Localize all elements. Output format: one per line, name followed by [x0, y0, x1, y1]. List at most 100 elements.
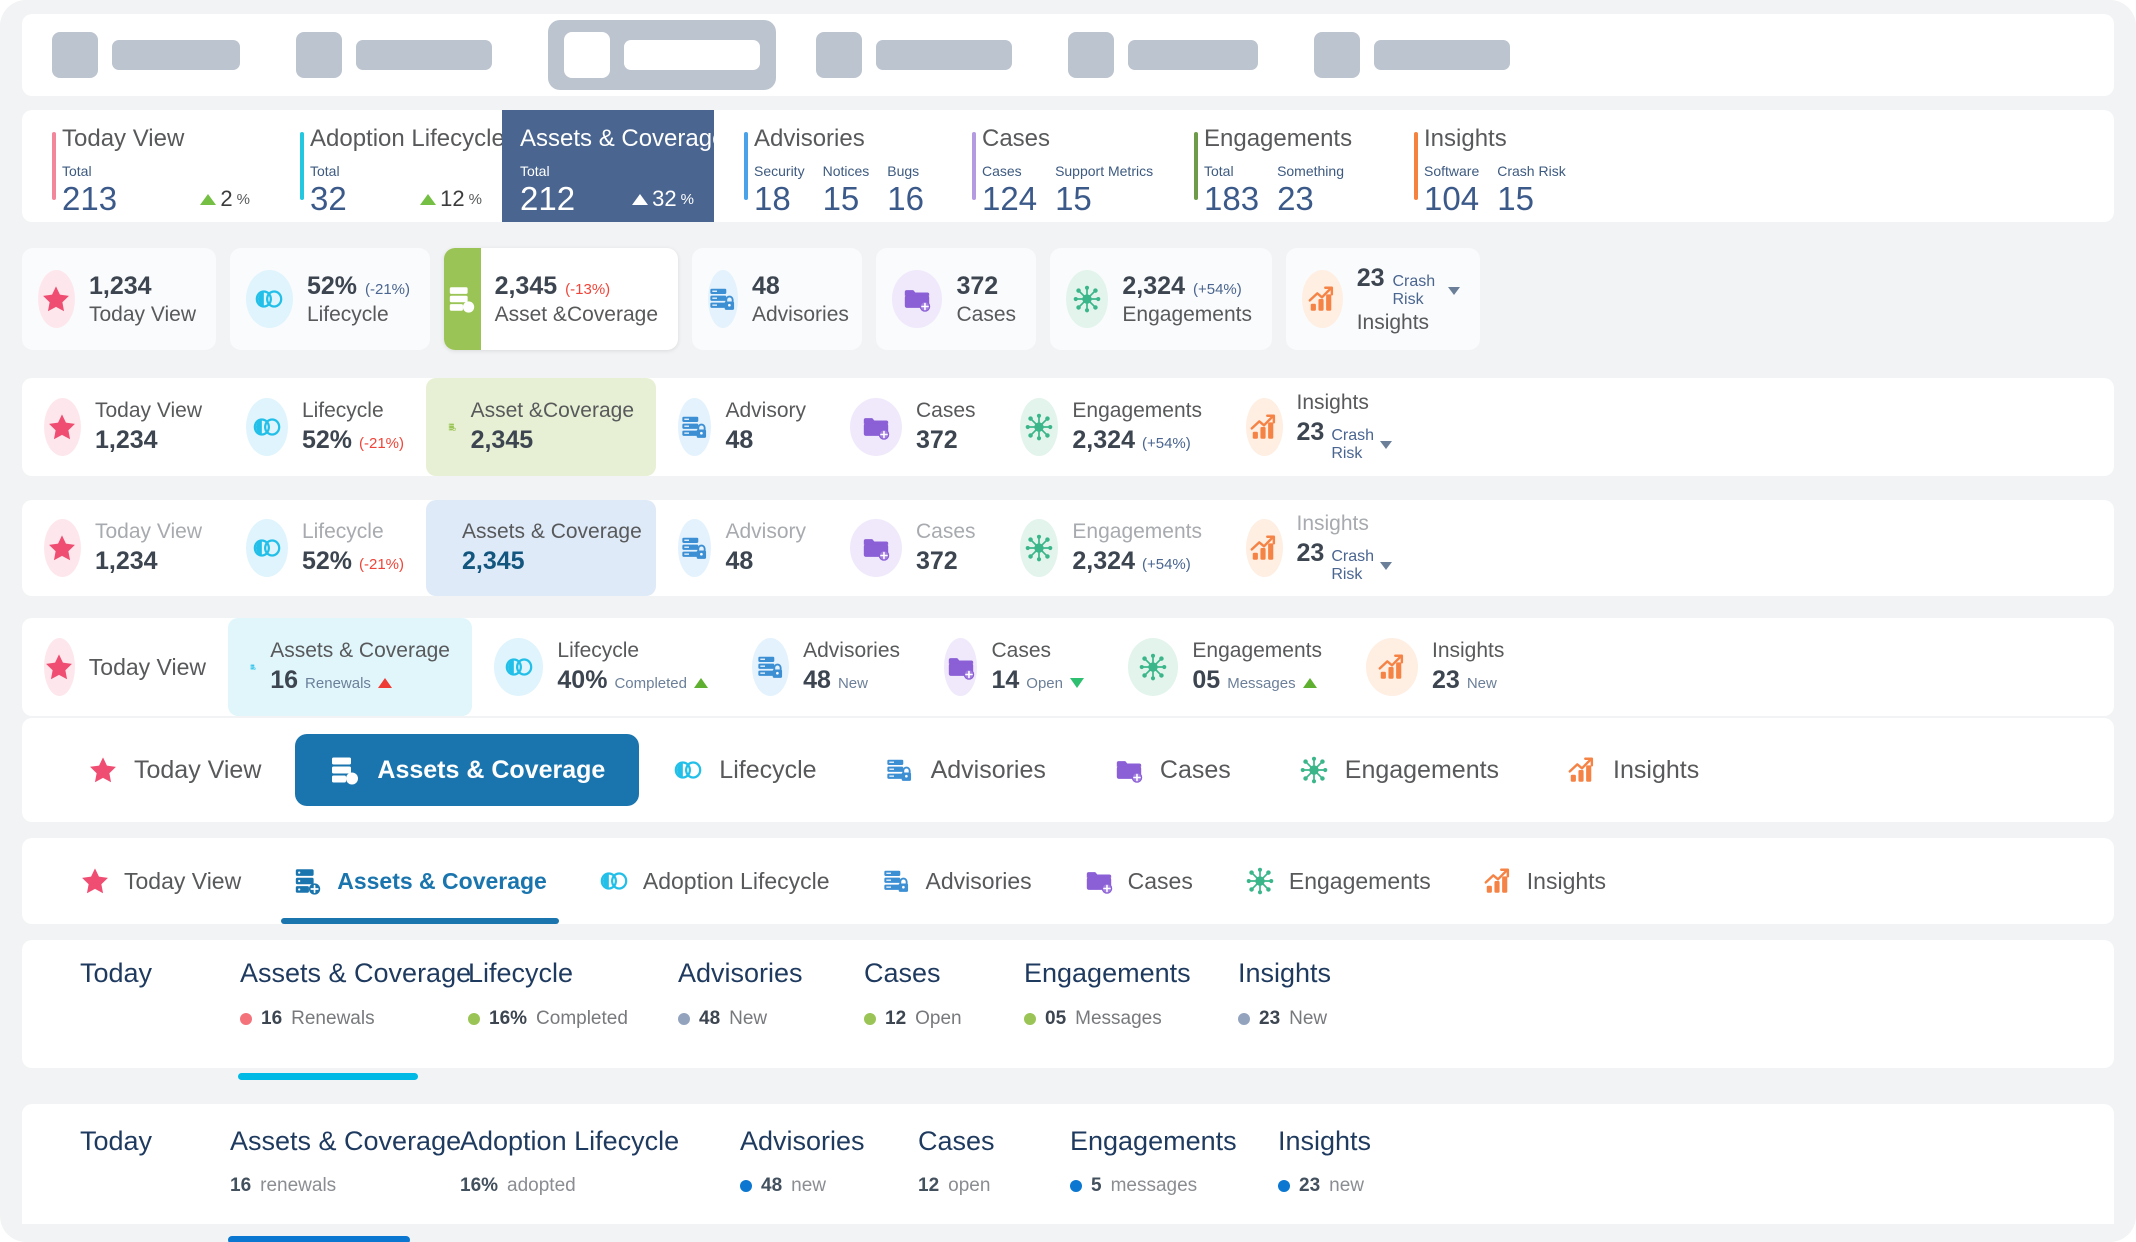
pill-tab-lifecycle[interactable]: Lifecycle: [639, 734, 850, 806]
kpi-metric-value: 15: [1055, 179, 1092, 217]
card-text: 1,234 Today View: [89, 272, 196, 327]
metric-card[interactable]: Advisory 48: [656, 378, 828, 476]
metric-card[interactable]: Insights 23 Crash Risk: [1224, 378, 1414, 476]
metric-card[interactable]: Lifecycle 52% (-21%): [224, 378, 426, 476]
underline-tab-advisories[interactable]: Advisories: [856, 838, 1058, 924]
bottom-tab-cases[interactable]: Cases 12 open: [892, 1126, 1044, 1226]
pill-tab-cases[interactable]: Cases: [1080, 734, 1265, 806]
metric-card[interactable]: Lifecycle 52% (-21%): [224, 500, 426, 596]
pill-tab-assets-coverage[interactable]: Assets & Coverage: [295, 734, 640, 806]
tab-metric: 16 renewals: [230, 1175, 336, 1197]
big-tab-lifecycle[interactable]: Lifecycle 16% Completed: [442, 958, 652, 1068]
metric-card[interactable]: 23 Crash Risk Insights: [1286, 248, 1480, 350]
metric-card[interactable]: 2,345 (-13%) Asset &Coverage: [444, 248, 678, 350]
metric-card[interactable]: 372 Cases: [876, 248, 1036, 350]
underline-tab-today-view[interactable]: Today View: [54, 838, 267, 924]
crash-risk-dropdown[interactable]: Crash Risk: [1331, 427, 1392, 463]
metric-card[interactable]: 48 Advisories: [692, 248, 862, 350]
metric-card[interactable]: Advisory 48: [656, 500, 828, 596]
underline-tab-cases[interactable]: Cases: [1058, 838, 1219, 924]
metric-card[interactable]: Advisories 48 New: [730, 618, 922, 716]
metric-card[interactable]: Insights 23 Crash Risk: [1224, 500, 1414, 596]
pill-tab-insights[interactable]: Insights: [1533, 734, 1733, 806]
metric-card[interactable]: Engagements 2,324 (+54%): [998, 500, 1224, 596]
bottom-tab-insights[interactable]: Insights 23 new: [1252, 1126, 1428, 1226]
card-text: Insights 23 New: [1432, 639, 1504, 695]
metric-card[interactable]: Today View: [22, 618, 228, 716]
crash-risk-dropdown[interactable]: Crash Risk: [1331, 548, 1392, 584]
server-lock-icon: [682, 537, 706, 559]
metric-card[interactable]: Assets & Coverage 16 Renewals: [228, 618, 472, 716]
kpi-metric: Security 18: [754, 162, 805, 216]
underline-tab-insights[interactable]: Insights: [1457, 838, 1632, 924]
metric-card[interactable]: 52% (-21%) Lifecycle: [230, 248, 430, 350]
card-note: Messages: [1227, 675, 1296, 692]
card-text: Cases 372: [916, 399, 976, 455]
pill-tab-engagements[interactable]: Engagements: [1265, 734, 1533, 806]
underline-tab-assets-coverage[interactable]: Assets & Coverage: [267, 838, 573, 924]
kpi-metric: Something 23: [1277, 162, 1344, 216]
metric-card[interactable]: Today View 1,234: [22, 500, 224, 596]
kpi-card-6[interactable]: Insights Software 104 Crash Risk 15: [1384, 110, 1594, 222]
kpi-card-1[interactable]: Adoption Lifecycle Total 32 12 %: [270, 110, 505, 222]
card-text: Lifecycle 52% (-21%): [302, 520, 404, 576]
bottom-tab-assets-coverage[interactable]: Assets & Coverage 16 renewals: [204, 1126, 461, 1242]
card-primary-line: 2,345: [462, 547, 642, 576]
kpi-accent-bar: [1194, 132, 1198, 200]
infinity-icon: [256, 290, 283, 308]
big-tab-advisories[interactable]: Advisories 48 New: [652, 958, 838, 1068]
metric-card[interactable]: 1,234 Today View: [22, 248, 216, 350]
kpi-metric-value: 213: [62, 179, 118, 217]
card-label: Assets & Coverage: [462, 520, 642, 543]
kpi-metric-value: 15: [822, 179, 860, 217]
metric-card[interactable]: 2,324 (+54%) Engagements: [1050, 248, 1272, 350]
kpi-card-5[interactable]: Engagements Total 183 Something 23: [1164, 110, 1384, 222]
bottom-tab-adoption-lifecycle[interactable]: Adoption Lifecycle 16% adopted: [434, 1126, 714, 1226]
metric-card[interactable]: Lifecycle 40% Completed: [472, 618, 730, 716]
big-tab-today[interactable]: Today: [54, 958, 214, 1068]
metric-card[interactable]: Cases 14 Open: [922, 618, 1106, 716]
card-label: Lifecycle: [306, 302, 389, 326]
metric-card[interactable]: Engagements 05 Messages: [1106, 618, 1344, 716]
metric-card[interactable]: Asset &Coverage 2,345: [426, 378, 656, 476]
skeleton-group-3: [816, 32, 1012, 78]
card-primary-line: 48: [752, 272, 849, 301]
kpi-card-2[interactable]: Assets & Coverage Total 212 32 %: [502, 110, 725, 222]
tab-metric: 12 open: [918, 1175, 990, 1197]
metric-card[interactable]: Engagements 2,324 (+54%): [998, 378, 1224, 476]
card-label: Advisory: [725, 399, 806, 422]
bottom-tab-engagements[interactable]: Engagements 5 messages: [1044, 1126, 1252, 1226]
big-tab-assets-coverage[interactable]: Assets & Coverage 16 Renewals: [214, 958, 471, 1080]
metric-card[interactable]: Insights 23 New: [1344, 618, 1540, 716]
card-value: 05: [1192, 666, 1221, 694]
metric-card[interactable]: Cases 372: [828, 378, 998, 476]
pill-tab-today-view[interactable]: Today View: [54, 734, 295, 806]
metric-card[interactable]: Cases 372: [828, 500, 998, 596]
metric-card[interactable]: Assets & Coverage 2,345: [426, 500, 656, 596]
metric-card[interactable]: Today View 1,234: [22, 378, 224, 476]
skeleton-bar: [624, 40, 760, 70]
underline-tab-adoption-lifecycle[interactable]: Adoption Lifecycle: [573, 838, 856, 924]
pill-tab-advisories[interactable]: Advisories: [851, 734, 1080, 806]
crash-risk-dropdown[interactable]: Crash Risk: [1393, 273, 1460, 309]
big-tab-cases[interactable]: Cases 12 Open: [838, 958, 998, 1068]
card-label: Cases: [956, 302, 1016, 326]
kpi-metric-value: 104: [1424, 179, 1480, 217]
triangle-down-icon: [1070, 678, 1084, 688]
bottom-tab-today[interactable]: Today: [54, 1126, 204, 1226]
tab-metric: 12 Open: [864, 1008, 962, 1030]
bottom-tab-label: Adoption Lifecycle: [460, 1126, 680, 1156]
card-note: (+54%): [1141, 435, 1191, 452]
tab-metric-label: messages: [1110, 1175, 1198, 1196]
big-tab-label: Insights: [1238, 958, 1332, 988]
skeleton-bar: [112, 40, 240, 70]
big-tab-insights[interactable]: Insights 23 New: [1212, 958, 1392, 1068]
bottom-tab-advisories[interactable]: Advisories 48 new: [714, 1126, 892, 1226]
page-root: Today View Total 213 2 % Adoption Lifecy…: [0, 0, 2136, 1242]
card-text: 48 Advisories: [752, 272, 849, 327]
big-tab-engagements[interactable]: Engagements 05 Messages: [998, 958, 1212, 1068]
underline-tab-engagements[interactable]: Engagements: [1219, 838, 1457, 924]
kpi-card-0[interactable]: Today View Total 213 2 %: [22, 110, 270, 222]
kpi-card-4[interactable]: Cases Cases 124 Support Metrics 15: [942, 110, 1164, 222]
kpi-card-3[interactable]: Advisories Security 18 Notices 15 Bugs 1…: [714, 110, 942, 222]
